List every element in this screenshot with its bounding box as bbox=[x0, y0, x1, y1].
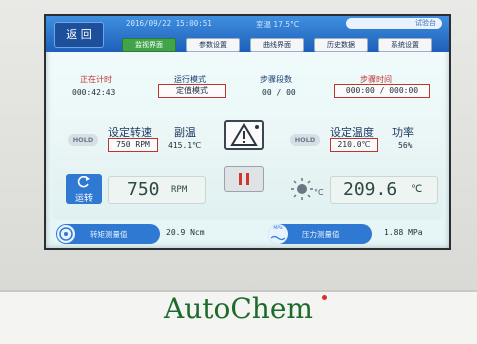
tab-system[interactable]: 系统设置 bbox=[378, 38, 432, 52]
registered-mark bbox=[322, 295, 327, 300]
temp-unit: ℃ bbox=[411, 184, 423, 195]
power-value: 56% bbox=[398, 141, 413, 150]
top-bar: 返 回 2016/09/22 15:00:51 室温 17.5°C 试验台 监视… bbox=[46, 16, 449, 52]
brand-logo: AutoChem bbox=[164, 292, 313, 325]
torque-value: 20.9 Ncm bbox=[166, 228, 205, 237]
power-label: 功率 bbox=[392, 126, 414, 139]
set-temp-value[interactable]: 210.0℃ bbox=[330, 138, 378, 152]
torque-icon bbox=[57, 225, 75, 243]
pressure-icon-label: MPa bbox=[273, 226, 283, 231]
aux-temp-value: 415.1℃ bbox=[168, 141, 202, 150]
speed-display: 750 RPM bbox=[108, 176, 206, 204]
heater-unit: °C bbox=[314, 188, 324, 197]
tab-parameters[interactable]: 参数设置 bbox=[186, 38, 240, 52]
test-bench-indicator: 试验台 bbox=[346, 18, 442, 29]
torque-meter-button[interactable]: 转矩测量值 bbox=[56, 224, 160, 244]
pause-button[interactable] bbox=[224, 166, 264, 192]
warning-icon bbox=[230, 123, 259, 146]
touch-screen: 返 回 2016/09/22 15:00:51 室温 17.5°C 试验台 监视… bbox=[44, 14, 451, 250]
test-bench-label: 试验台 bbox=[415, 19, 436, 27]
pressure-value: 1.88 MPa bbox=[384, 228, 423, 237]
torque-label: 转矩测量值 bbox=[90, 230, 128, 239]
datetime-display: 2016/09/22 15:00:51 bbox=[126, 19, 212, 28]
pressure-meter-button[interactable]: MPa 压力测量值 bbox=[268, 224, 372, 244]
timer-label: 正在计时 bbox=[80, 75, 112, 84]
tab-history[interactable]: 历史数据 bbox=[314, 38, 368, 52]
speed-unit: RPM bbox=[171, 185, 188, 195]
heater-indicator: °C bbox=[290, 176, 326, 202]
pressure-label: 压力测量值 bbox=[302, 230, 340, 239]
temp-value: 209.6 bbox=[343, 179, 398, 200]
tab-monitor[interactable]: 监视界面 bbox=[122, 38, 176, 52]
pause-icon bbox=[239, 173, 249, 185]
back-button[interactable]: 返 回 bbox=[54, 22, 104, 48]
wave-icon bbox=[270, 235, 286, 241]
temperature-display: 209.6 ℃ bbox=[330, 176, 438, 204]
run-label: 运转 bbox=[74, 194, 93, 204]
stir-hold-button[interactable]: HOLD bbox=[68, 134, 98, 146]
step-time-value[interactable]: 000:00 / 000:00 bbox=[334, 84, 430, 98]
timer-value: 000:42:43 bbox=[72, 88, 116, 97]
rotate-icon bbox=[77, 175, 90, 188]
speed-value: 750 bbox=[127, 179, 160, 200]
alarm-button[interactable] bbox=[224, 120, 264, 150]
set-speed-value[interactable]: 750 RPM bbox=[108, 138, 158, 152]
heater-sun-icon bbox=[291, 178, 313, 200]
heat-hold-button[interactable]: HOLD bbox=[290, 134, 320, 146]
aux-temp-label: 副温 bbox=[174, 126, 196, 139]
room-temperature: 室温 17.5°C bbox=[256, 20, 300, 29]
mode-value[interactable]: 定值模式 bbox=[158, 84, 226, 98]
pressure-icon: MPa bbox=[268, 224, 288, 244]
tab-curve[interactable]: 曲线界面 bbox=[250, 38, 304, 52]
run-button[interactable]: 运转 bbox=[66, 174, 102, 204]
steps-value: 00 / 00 bbox=[262, 88, 296, 97]
steps-label: 步骤段数 bbox=[260, 75, 292, 84]
